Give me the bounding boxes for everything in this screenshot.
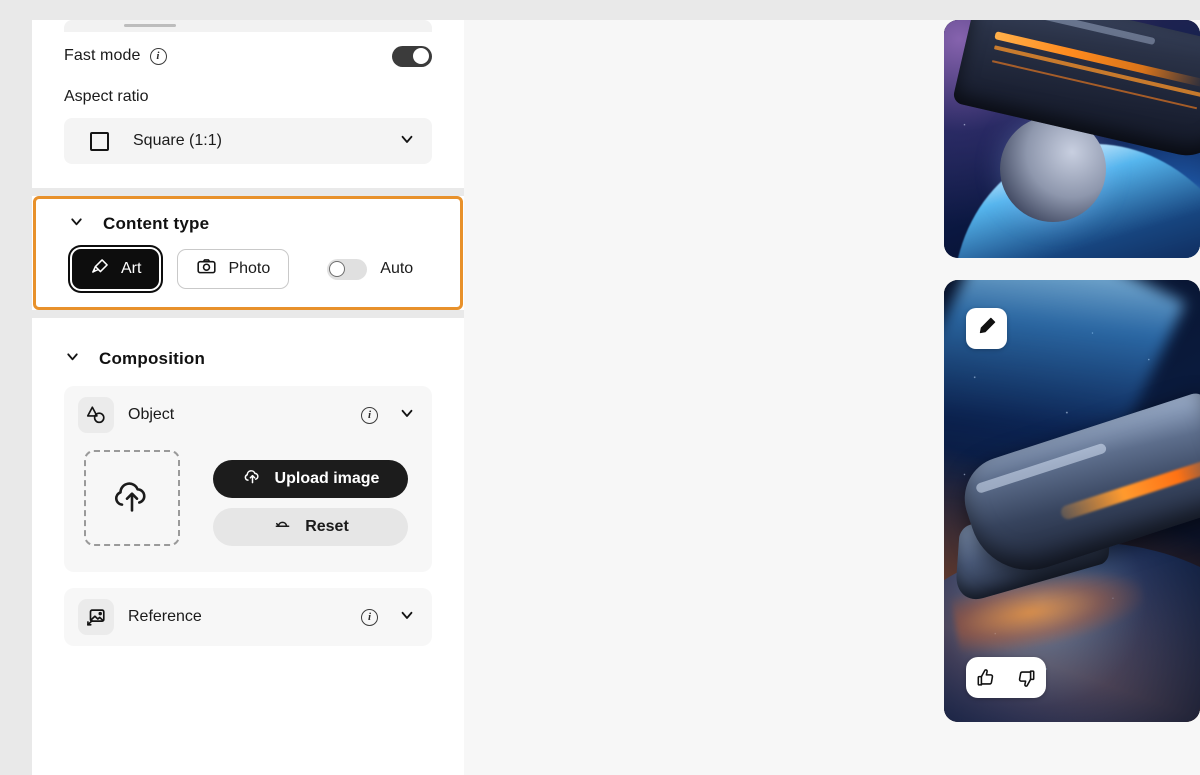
toggle-knob (413, 48, 429, 64)
fast-mode-toggle[interactable] (392, 45, 432, 67)
info-icon[interactable]: i (149, 47, 167, 65)
reset-label: Reset (305, 518, 349, 535)
content-type-label-art: Art (121, 260, 142, 277)
camera-icon (196, 256, 217, 282)
aspect-ratio-label: Aspect ratio (64, 88, 149, 105)
object-dropzone[interactable] (84, 450, 180, 546)
chevron-down-icon[interactable] (68, 213, 85, 235)
content-type-option-art[interactable]: Art (72, 249, 160, 289)
auto-toggle[interactable] (327, 258, 368, 280)
cloud-upload-icon (242, 466, 263, 492)
partial-control-above[interactable] (64, 20, 432, 32)
content-type-section: Content type Art Photo Auto (33, 196, 463, 310)
section-divider (32, 188, 464, 196)
thumbs-up-button[interactable] (975, 667, 997, 689)
undo-icon (272, 514, 293, 540)
object-action-buttons: Upload image Reset (213, 450, 408, 546)
object-shapes-icon (78, 397, 114, 433)
composition-section: Composition Object i Upload image Reset … (32, 318, 464, 686)
object-card-body: Upload image Reset (64, 444, 432, 572)
pencil-icon (976, 315, 998, 342)
info-icon[interactable]: i (361, 608, 378, 626)
general-settings-section: Fast mode i Aspect ratio Square (1:1) (32, 32, 464, 188)
edit-button[interactable] (966, 308, 1007, 349)
reference-card-actions: i (361, 606, 416, 629)
fast-mode-label-group: Fast mode i (64, 47, 167, 65)
reference-card-header[interactable]: Reference i (64, 588, 432, 646)
chevron-down-icon[interactable] (398, 130, 416, 153)
composition-card-reference: Reference i (64, 588, 432, 646)
auto-label: Auto (380, 260, 414, 277)
reference-card-title: Reference (128, 608, 202, 625)
chevron-down-icon[interactable] (398, 606, 416, 629)
content-type-header[interactable]: Content type (68, 213, 428, 235)
feedback-buttons (966, 657, 1046, 698)
object-card-actions: i (361, 404, 416, 427)
info-icon[interactable]: i (361, 406, 378, 424)
result-image-2[interactable] (944, 280, 1200, 722)
chevron-down-icon[interactable] (398, 404, 416, 427)
result-image-1[interactable] (944, 20, 1200, 258)
fast-mode-row[interactable]: Fast mode i (64, 32, 432, 80)
square-icon (90, 131, 109, 151)
toggle-knob (329, 261, 346, 277)
reset-button[interactable]: Reset (213, 508, 408, 546)
brush-icon (90, 257, 110, 282)
aspect-ratio-select[interactable]: Square (1:1) (64, 118, 432, 164)
content-type-option-photo[interactable]: Photo (177, 249, 290, 289)
auto-toggle-group: Auto (327, 258, 414, 280)
composition-title: Composition (99, 349, 206, 368)
content-type-title: Content type (103, 214, 210, 233)
cloud-upload-icon (109, 473, 155, 524)
settings-panel-scroll[interactable]: Fast mode i Aspect ratio Square (1:1) Co… (32, 20, 464, 686)
fast-mode-label: Fast mode (64, 47, 141, 64)
aspect-ratio-value: Square (1:1) (133, 132, 222, 149)
settings-panel: Fast mode i Aspect ratio Square (1:1) Co… (32, 20, 464, 775)
left-gutter (0, 0, 32, 775)
chevron-down-icon[interactable] (64, 348, 81, 370)
section-divider (32, 310, 464, 318)
upload-image-label: Upload image (274, 470, 380, 487)
composition-header[interactable]: Composition (64, 348, 432, 370)
upload-image-button[interactable]: Upload image (213, 460, 408, 498)
composition-card-object: Object i Upload image Reset (64, 386, 432, 572)
thumbs-down-button[interactable] (1015, 667, 1037, 689)
image-reference-icon (78, 599, 114, 635)
app-root: Fast mode i Aspect ratio Square (1:1) Co… (0, 0, 1200, 775)
object-card-title: Object (128, 406, 175, 423)
object-card-header[interactable]: Object i (64, 386, 432, 444)
content-type-label-photo: Photo (228, 260, 271, 277)
results-image-column (944, 20, 1200, 722)
top-gutter (0, 0, 1200, 20)
content-type-options: Art Photo Auto (68, 249, 428, 289)
